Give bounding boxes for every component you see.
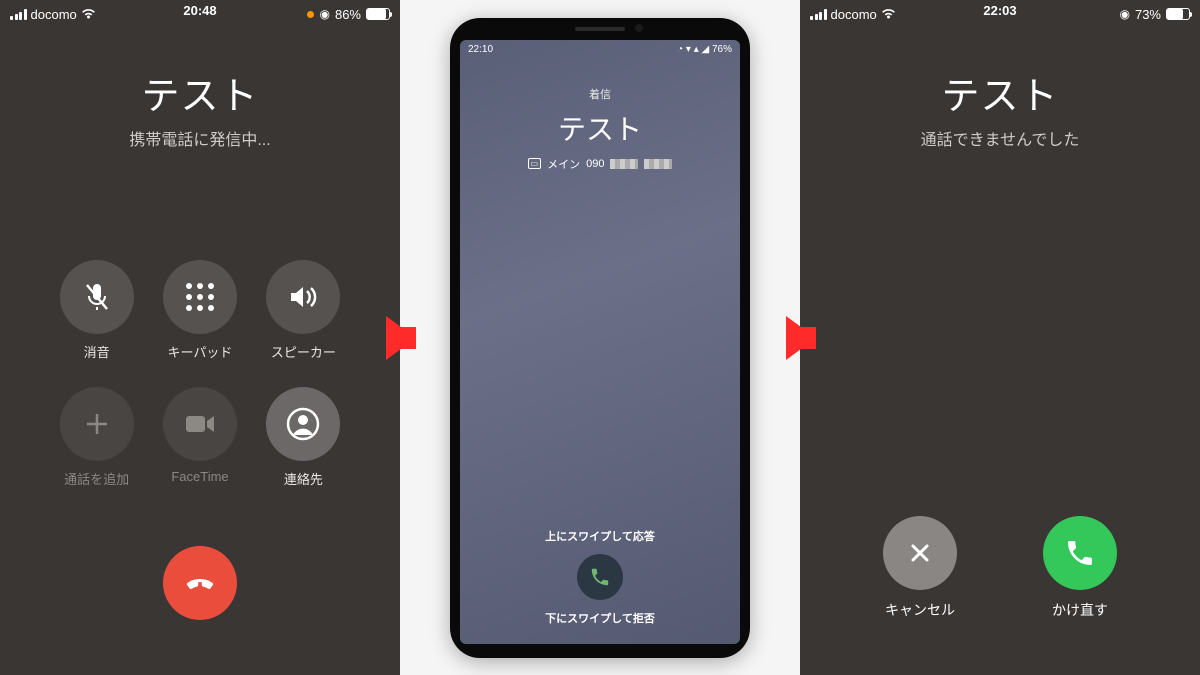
android-caller-number: ▭ メイン 090 xyxy=(460,156,740,172)
status-time: 22:03 xyxy=(983,3,1016,18)
number-prefix: 090 xyxy=(586,158,604,170)
call-status: 通話できませんでした xyxy=(800,126,1200,150)
android-caller-header: 着信 テスト ▭ メイン 090 xyxy=(460,40,740,172)
mute-label: 消音 xyxy=(84,342,110,361)
sim-icon: ▭ xyxy=(528,158,542,169)
carrier-label: docomo xyxy=(31,7,77,22)
cancel-button[interactable]: キャンセル xyxy=(883,516,957,620)
close-icon xyxy=(883,516,957,590)
end-call-button[interactable] xyxy=(163,546,237,620)
caller-header: テスト 携帯電話に発信中... xyxy=(0,65,400,150)
ios-calling-screen: docomo ◉ 86% 20:48 テスト 携帯電話に発信中... 消音 キ xyxy=(0,0,400,675)
incoming-label: 着信 xyxy=(460,86,740,102)
redacted-number xyxy=(610,159,638,169)
contacts-label: 連絡先 xyxy=(284,469,323,488)
battery-icon xyxy=(1166,8,1190,20)
carrier-label: docomo xyxy=(831,7,877,22)
caller-name: テスト xyxy=(0,65,400,120)
contact-icon xyxy=(266,387,340,461)
answer-button[interactable] xyxy=(577,554,623,600)
keypad-button[interactable]: キーパッド xyxy=(163,260,237,361)
swipe-up-label: 上にスワイプして応答 xyxy=(460,528,740,544)
earpiece xyxy=(575,27,625,31)
phone-icon xyxy=(1043,516,1117,590)
status-time: 20:48 xyxy=(183,3,216,18)
front-camera xyxy=(635,24,643,32)
android-caller-name: テスト xyxy=(460,108,740,148)
call-controls-grid: 消音 キーパッド スピーカー 通話を追加 FaceTime xyxy=(45,260,355,488)
caller-name: テスト xyxy=(800,65,1200,120)
speaker-label: スピーカー xyxy=(271,342,336,361)
add-call-label: 通話を追加 xyxy=(64,469,129,488)
clock-icon: ◉ xyxy=(1119,7,1129,21)
caller-header: テスト 通話できませんでした xyxy=(800,65,1200,150)
signal-icon xyxy=(10,9,27,20)
cancel-label: キャンセル xyxy=(885,600,955,620)
android-incoming-photo: 22:10 ◔ ▾ ▴ ◢ 76% 着信 テスト ▭ メイン 090 上にスワイ… xyxy=(400,0,800,675)
contacts-button[interactable]: 連絡先 xyxy=(266,387,340,488)
ios-call-failed-screen: docomo ◉ 73% 22:03 テスト 通話できませんでした キャンセル … xyxy=(800,0,1200,675)
wifi-icon xyxy=(81,8,96,20)
facetime-label: FaceTime xyxy=(171,469,228,484)
callback-label: かけ直す xyxy=(1052,600,1108,620)
facetime-button[interactable]: FaceTime xyxy=(163,387,237,488)
mute-icon xyxy=(60,260,134,334)
phone-icon xyxy=(589,566,611,588)
arrow-icon xyxy=(386,316,416,360)
speaker-icon xyxy=(266,260,340,334)
arrow-icon xyxy=(786,316,816,360)
android-status-bar: 22:10 ◔ ▾ ▴ ◢ 76% xyxy=(468,44,732,55)
mute-button[interactable]: 消音 xyxy=(60,260,134,361)
call-status: 携帯電話に発信中... xyxy=(0,126,400,150)
battery-icon xyxy=(366,8,390,20)
recording-indicator-icon xyxy=(307,11,314,18)
keypad-label: キーパッド xyxy=(168,342,233,361)
failed-call-actions: キャンセル かけ直す xyxy=(800,516,1200,620)
battery-percent: 73% xyxy=(1135,7,1161,22)
battery-percent: 86% xyxy=(335,7,361,22)
android-device-frame: 22:10 ◔ ▾ ▴ ◢ 76% 着信 テスト ▭ メイン 090 上にスワイ… xyxy=(450,18,750,658)
callback-button[interactable]: かけ直す xyxy=(1043,516,1117,620)
speaker-button[interactable]: スピーカー xyxy=(266,260,340,361)
swipe-down-label: 下にスワイプして拒否 xyxy=(460,610,740,626)
redacted-number xyxy=(644,159,672,169)
video-icon xyxy=(163,387,237,461)
clock-icon: ◉ xyxy=(319,7,329,21)
phone-hangup-icon xyxy=(182,565,218,601)
keypad-icon xyxy=(163,260,237,334)
signal-icon xyxy=(810,9,827,20)
android-swipe-controls: 上にスワイプして応答 下にスワイプして拒否 xyxy=(460,528,740,626)
android-status-right: ◔ ▾ ▴ ◢ 76% xyxy=(677,44,732,55)
wifi-icon xyxy=(881,8,896,20)
plus-icon xyxy=(60,387,134,461)
sim-label: メイン xyxy=(547,156,580,172)
add-call-button[interactable]: 通話を追加 xyxy=(60,387,134,488)
android-status-time: 22:10 xyxy=(468,44,493,55)
android-screen: 22:10 ◔ ▾ ▴ ◢ 76% 着信 テスト ▭ メイン 090 上にスワイ… xyxy=(460,40,740,644)
